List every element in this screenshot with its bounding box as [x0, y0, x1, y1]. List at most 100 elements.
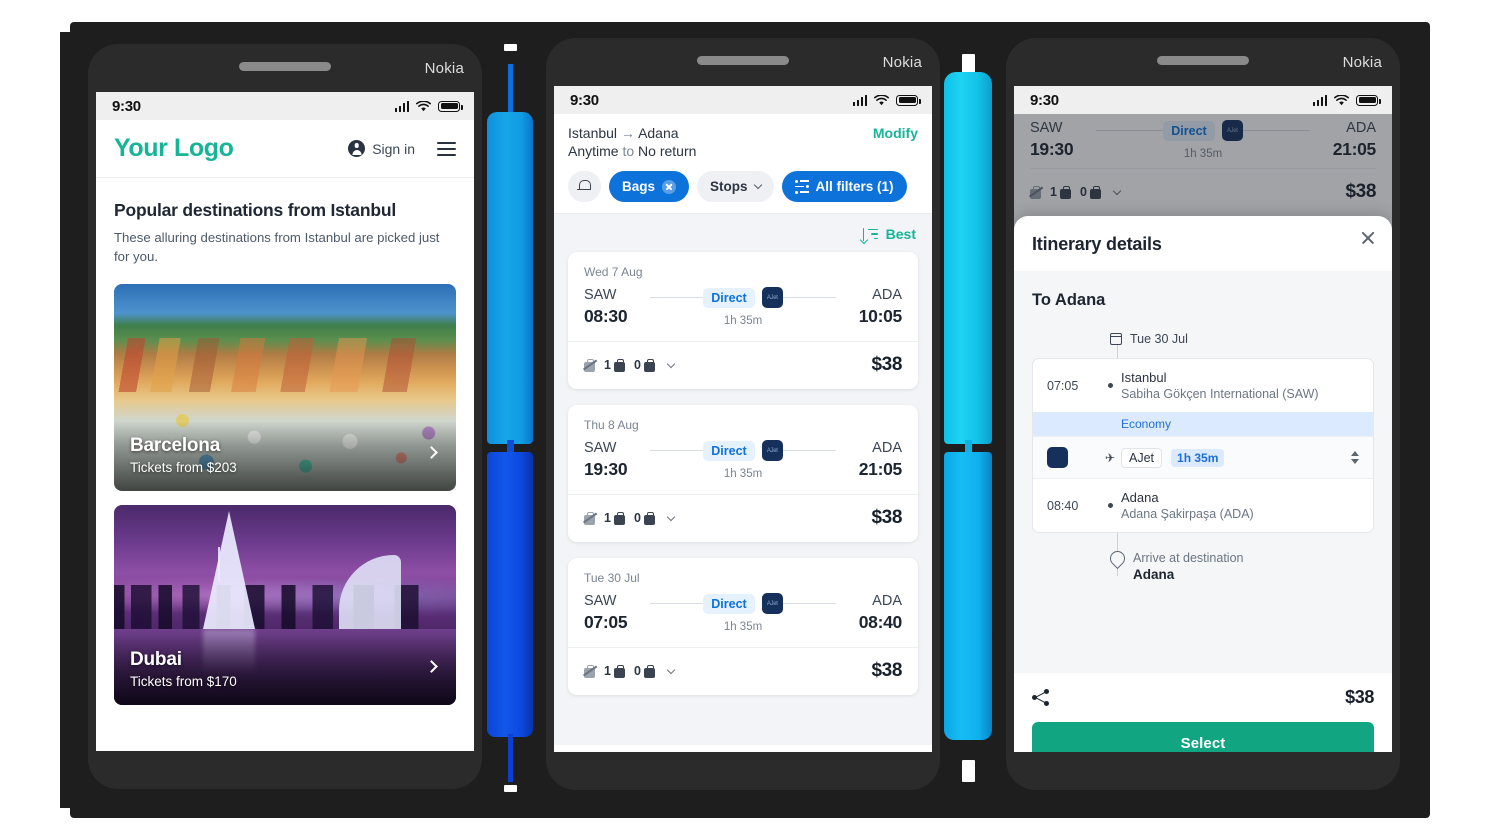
header-actions: Sign in — [348, 140, 456, 157]
route-arrow-icon: → — [620, 125, 635, 141]
up-down-arrows-icon[interactable] — [1351, 451, 1359, 464]
arrive-label: Arrive at destination — [1133, 551, 1244, 565]
signal-icon — [394, 100, 409, 112]
destination-price: Tickets from $170 — [130, 674, 237, 690]
footer-row: $38 — [1032, 687, 1374, 708]
device-brand-label: Nokia — [882, 53, 922, 71]
battery-icon — [1356, 94, 1381, 106]
no-bag-icon — [582, 511, 598, 525]
share-icon[interactable] — [1032, 689, 1049, 706]
flight-baggage-row[interactable]: 1 0 $38 — [568, 494, 918, 542]
phone-3-screen: 9:30 SAW 19:30 Direct AJet 1h 35m ADA 21… — [1014, 86, 1392, 752]
checked-bag-count: 0 — [634, 664, 655, 678]
route-row: Istanbul → Adana Anytime to No return Mo… — [568, 125, 918, 159]
bar-segment-cyan-lower — [944, 452, 992, 740]
sort-control[interactable]: Best — [554, 214, 932, 252]
battery-icon — [896, 94, 921, 106]
modify-search-button[interactable]: Modify — [873, 125, 918, 141]
to-word: to — [622, 143, 635, 159]
speaker-notch — [1157, 56, 1249, 65]
status-time: 9:30 — [112, 97, 141, 115]
departure-block: SAW 07:05 — [584, 593, 650, 633]
flight-summary: Wed 7 Aug SAW 08:30 Direct AJet 1h 35m A… — [568, 252, 918, 341]
results-behind-sheet: SAW 19:30 Direct AJet 1h 35m ADA 21:05 1… — [1014, 114, 1392, 752]
flight-price: $38 — [871, 354, 902, 375]
phone-1-screen: 9:30 Your Logo Sign in Popular destinati… — [96, 92, 474, 751]
departure-block: SAW 19:30 — [584, 440, 650, 480]
route-middle: Direct AJet 1h 35m — [650, 440, 836, 480]
arrive-at-destination: Arrive at destination Adana — [1110, 551, 1374, 582]
flight-results-list[interactable]: Best Wed 7 Aug SAW 08:30 Direct AJet 1h … — [554, 214, 932, 745]
status-icons — [1312, 94, 1381, 106]
bar-cap-top — [504, 44, 517, 51]
flight-card[interactable]: Wed 7 Aug SAW 08:30 Direct AJet 1h 35m A… — [568, 252, 918, 389]
flight-duration: 1h 35m — [723, 621, 763, 633]
signal-icon — [852, 94, 867, 106]
total-price: $38 — [1345, 687, 1374, 707]
destination-card-dubai[interactable]: Dubai Tickets from $170 — [114, 505, 456, 706]
checked-bag-icon — [643, 511, 655, 525]
clear-circle-icon[interactable] — [662, 179, 677, 194]
select-button[interactable]: Select — [1032, 722, 1374, 752]
no-bag-icon — [582, 664, 598, 678]
baggage-icons: 1 0 — [582, 511, 676, 525]
filter-chip-all-filters[interactable]: All filters (1) — [781, 171, 907, 202]
sign-in-button[interactable]: Sign in — [348, 140, 415, 157]
section-subtitle: These alluring destinations from Istanbu… — [114, 230, 440, 265]
origin-code: SAW — [584, 287, 617, 303]
cabin-bag-count: 1 — [604, 664, 625, 678]
flight-card[interactable]: Thu 8 Aug SAW 19:30 Direct AJet 1h 35m A… — [568, 405, 918, 542]
phone-2-bezel: Nokia — [546, 38, 940, 86]
arrive-time: 10:05 — [858, 306, 903, 326]
filter-chip-stops[interactable]: Stops — [697, 171, 774, 202]
checked-bag-count: 0 — [634, 358, 655, 372]
phone-2: Nokia 9:30 Istanbul → Adana Anytime to N… — [546, 38, 940, 790]
arrival-block: ADA 10:05 — [836, 287, 903, 327]
cabin-bag-count: 1 — [604, 511, 625, 525]
departure-airport: Sabiha Gökçen International (SAW) — [1121, 387, 1319, 401]
filter-chip-label: All filters (1) — [815, 179, 894, 194]
flight-card[interactable]: Tue 30 Jul SAW 07:05 Direct AJet 1h 35m … — [568, 558, 918, 695]
decorative-bar-left — [487, 44, 533, 792]
chevron-down-icon[interactable] — [666, 665, 676, 674]
status-bar: 9:30 — [554, 86, 932, 114]
flight-segment[interactable]: ✈ AJet 1h 35m — [1033, 436, 1373, 479]
chevron-right-icon[interactable] — [425, 660, 438, 674]
signal-icon — [1312, 94, 1327, 106]
destination-card-barcelona[interactable]: Barcelona Tickets from $203 — [114, 284, 456, 492]
arrival-block: ADA 08:40 — [836, 593, 903, 633]
baggage-icons: 1 0 — [582, 664, 676, 678]
depart-time: 07:05 — [584, 612, 628, 632]
route-line-left — [650, 603, 704, 604]
depart-time: 08:30 — [584, 306, 628, 326]
arrive-city: Adana — [1133, 567, 1175, 582]
filter-chip-label: Bags — [622, 179, 656, 194]
close-icon[interactable] — [1360, 230, 1376, 246]
chevron-down-icon[interactable] — [666, 359, 676, 368]
cabin-bag-icon — [613, 511, 625, 525]
wifi-icon — [874, 94, 889, 105]
flight-baggage-row[interactable]: 1 0 $38 — [568, 341, 918, 389]
flight-duration: 1h 35m — [723, 315, 763, 327]
price-alert-bell-icon[interactable] — [568, 171, 601, 202]
chevron-right-icon[interactable] — [425, 446, 438, 460]
cabin-class-badge: Economy — [1033, 412, 1373, 436]
route-dates: Anytime to No return — [568, 143, 696, 159]
flight-baggage-row[interactable]: 1 0 $38 — [568, 647, 918, 695]
stops-badge: Direct — [703, 593, 755, 614]
route-text[interactable]: Istanbul → Adana Anytime to No return — [568, 125, 696, 159]
hamburger-menu-icon[interactable] — [437, 141, 456, 156]
bar-cap-bottom — [504, 785, 517, 792]
flight-date: Thu 8 Aug — [584, 418, 639, 432]
chevron-down-icon[interactable] — [666, 512, 676, 521]
status-icons — [394, 100, 463, 112]
filter-chip-bags[interactable]: Bags — [609, 171, 690, 202]
account-circle-icon — [348, 140, 366, 157]
ajet-logo: AJet — [761, 593, 783, 614]
app-logo[interactable]: Your Logo — [114, 134, 234, 163]
flight-price: $38 — [871, 507, 902, 528]
route-line-right — [782, 450, 836, 451]
timeline-dot-icon — [1107, 383, 1113, 388]
airline-name: AJet — [1121, 447, 1163, 468]
checked-bag-count: 0 — [634, 511, 655, 525]
